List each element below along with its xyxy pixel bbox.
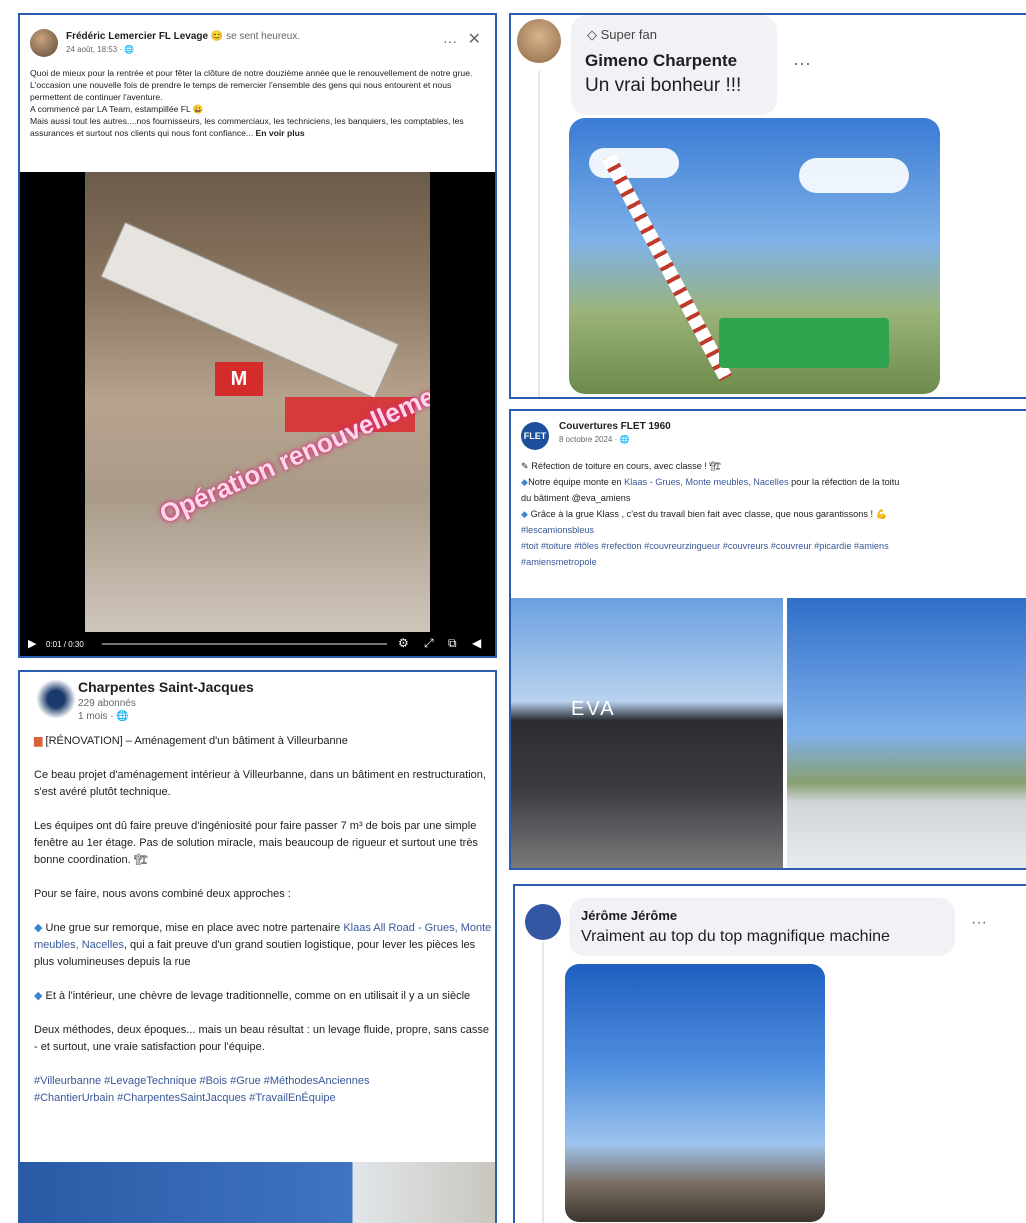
post-line: L'occasion une nouvelle fois de prendre … — [30, 80, 452, 102]
bullet-icon: ◆ — [34, 922, 43, 934]
post-fl-levage: Frédéric Lemercier FL Levage 😊 se sent h… — [18, 13, 497, 658]
hashtag-link[interactable]: #amiensmetropole — [521, 555, 1026, 570]
build-emoji-icon: 🏗 — [133, 854, 148, 866]
avatar[interactable] — [517, 19, 561, 63]
mention-link[interactable]: Klaas - Grues, Monte meubles, Nacelles — [624, 477, 788, 487]
comment-photo[interactable] — [565, 964, 825, 1222]
post-line: du bâtiment @eva_amiens — [521, 493, 631, 503]
post-paragraph: Deux méthodes, deux époques... mais un b… — [34, 1024, 489, 1053]
diamond-icon: ◇ — [587, 27, 597, 42]
diamond-bullet-icon: ◆ — [521, 509, 529, 519]
muscle-emoji-icon: 💪 — [875, 509, 888, 519]
globe-icon: 🌐 — [124, 45, 135, 54]
comment-text: Vraiment au top du top magnifique machin… — [581, 928, 890, 945]
smile-emoji-icon: 😀 — [192, 104, 204, 114]
avatar[interactable] — [30, 29, 58, 57]
brush-icon: ✎ — [521, 461, 529, 471]
hashtag-link[interactable]: #lescamionsbleus — [521, 523, 1026, 538]
hashtag-line[interactable]: #toit #toiture #tôles #refection #couvre… — [521, 539, 1026, 554]
post-photo-right[interactable] — [787, 598, 1026, 868]
close-icon[interactable]: ✕ — [468, 29, 481, 49]
commenter-name[interactable]: Gimeno Charpente — [585, 51, 737, 71]
play-icon[interactable]: ▶ — [28, 637, 36, 650]
post-paragraph: Les équipes ont dû faire preuve d'ingéni… — [34, 820, 478, 866]
author-name[interactable]: Charpentes Saint-Jacques — [78, 679, 254, 695]
subscriber-count: 229 abonnés — [78, 698, 136, 709]
post-paragraph: ◆ Et à l'intérieur, une chèvre de levage… — [34, 990, 471, 1002]
video-time: 0:01 / 0:30 — [46, 640, 84, 649]
author-name[interactable]: Couvertures FLET 1960 — [559, 421, 671, 432]
comment-jerome: Jérôme Jérôme Vraiment au top du top mag… — [513, 884, 1026, 1223]
progress-bar[interactable] — [102, 643, 387, 645]
comment-bubble: ◇ Super fan Gimeno Charpente Un vrai bon… — [571, 15, 777, 115]
crane-emoji-icon: 🏗 — [709, 461, 722, 471]
building-sign: EVA — [571, 698, 616, 720]
post-charpentes-saint-jacques: Charpentes Saint-Jacques 229 abonnés 1 m… — [18, 670, 497, 1223]
globe-icon: 🌐 — [619, 435, 630, 444]
video-controls: ▶ 0:01 / 0:30 ⚙ ⤢ ⧉ ◀ — [20, 632, 495, 656]
cloud — [799, 158, 909, 193]
comment-text: Un vrai bonheur !!! — [585, 75, 742, 96]
see-more-link[interactable]: En voir plus — [255, 128, 304, 138]
post-couvertures-flet: FLET Couvertures FLET 1960 8 octobre 202… — [509, 409, 1026, 870]
post-line: ◆Notre équipe monte en Klaas - Grues, Mo… — [521, 477, 900, 487]
post-date[interactable]: 1 mois · 🌐 — [78, 711, 129, 722]
fullscreen-icon[interactable]: ⤢ — [424, 636, 434, 651]
post-photos-strip[interactable] — [20, 1162, 495, 1223]
post-line: ◆ Grâce à la grue Klass , c'est du trava… — [521, 509, 888, 519]
crane-boom — [602, 153, 733, 382]
post-header: Frédéric Lemercier FL Levage 😊 se sent h… — [30, 29, 485, 69]
pip-icon[interactable]: ⧉ — [448, 636, 457, 651]
post-line: Mais aussi tout les autres....nos fourni… — [30, 116, 464, 138]
post-text: ✎ Réfection de toiture en cours, avec cl… — [521, 459, 1026, 571]
commenter-name[interactable]: Jérôme Jérôme — [581, 908, 677, 923]
hashtag-line[interactable]: #Villeurbanne #LevageTechnique #Bois #Gr… — [34, 1073, 494, 1107]
feeling-text: se sent heureux. — [226, 31, 301, 42]
post-line: Quoi de mieux pour la rentrée et pour fê… — [30, 68, 473, 78]
avatar[interactable]: FLET — [521, 422, 549, 450]
author-name[interactable]: Frédéric Lemercier FL Levage — [66, 31, 208, 42]
settings-icon[interactable]: ⚙ — [398, 636, 409, 650]
bullet-icon: ◆ — [34, 990, 43, 1002]
post-text: ▆ [RÉNOVATION] – Aménagement d'un bâtime… — [34, 733, 494, 1107]
author-line: Frédéric Lemercier FL Levage 😊 se sent h… — [66, 31, 300, 42]
more-options-icon[interactable]: ··· — [793, 53, 811, 74]
post-date[interactable]: 8 octobre 2024 · 🌐 — [559, 435, 629, 444]
globe-icon: 🌐 — [116, 711, 129, 722]
logo-flag: M — [215, 362, 263, 396]
post-photo-left[interactable]: EVA — [511, 598, 783, 868]
post-text: Quoi de mieux pour la rentrée et pour fê… — [30, 67, 490, 139]
video-overlay-text: Opération renouvellement — [155, 370, 430, 530]
comment-gimeno: ◇ Super fan Gimeno Charpente Un vrai bon… — [509, 13, 1026, 399]
comment-bubble: Jérôme Jérôme Vraiment au top du top mag… — [569, 898, 955, 956]
thread-line — [538, 71, 540, 397]
brick-emoji-icon: ▆ — [34, 735, 43, 747]
avatar[interactable] — [525, 904, 561, 940]
post-paragraph: ◆ Une grue sur remorque, mise en place a… — [34, 922, 492, 968]
cloud — [589, 148, 679, 178]
video-player[interactable]: M Opération renouvellement ▶ 0:01 / 0:30… — [20, 172, 495, 656]
avatar[interactable] — [36, 679, 76, 719]
volume-icon[interactable]: ◀ — [472, 636, 481, 650]
comment-photo[interactable] — [569, 118, 940, 394]
green-truck — [719, 318, 889, 368]
post-paragraph: Pour se faire, nous avons combiné deux a… — [34, 888, 291, 900]
super-fan-badge[interactable]: ◇ Super fan — [587, 27, 657, 43]
more-options-icon[interactable]: ··· — [443, 33, 457, 49]
thread-line — [542, 942, 544, 1223]
post-line: A commencé par LA Team, estampillée FL 😀 — [30, 104, 204, 114]
video-frame: M Opération renouvellement — [85, 172, 430, 632]
post-paragraph: Ce beau projet d'aménagement intérieur à… — [34, 769, 486, 798]
feeling-icon: 😊 — [210, 31, 224, 42]
post-line: ✎ Réfection de toiture en cours, avec cl… — [521, 461, 722, 471]
post-date[interactable]: 24 août, 18:53 · 🌐 — [66, 45, 134, 54]
more-options-icon[interactable]: ··· — [971, 914, 987, 932]
post-title: ▆ [RÉNOVATION] – Aménagement d'un bâtime… — [34, 735, 348, 747]
